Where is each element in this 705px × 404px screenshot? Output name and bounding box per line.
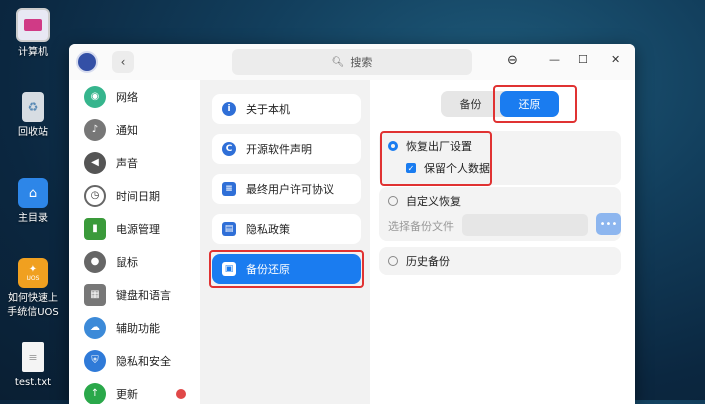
shield-icon: ⛨ [84, 350, 106, 372]
policy-icon: ▤ [222, 222, 236, 236]
tab-restore[interactable]: 还原 [500, 91, 559, 117]
menu-button[interactable]: ⊖ [507, 53, 518, 68]
mouse-icon: ● [84, 251, 106, 273]
maximize-button[interactable]: ☐ [578, 53, 588, 66]
desktop-icon-trash[interactable]: ♻ 回收站 [0, 92, 66, 140]
backup-file-label: 选择备份文件 [388, 218, 454, 234]
backup-icon: ▣ [222, 262, 236, 276]
desktop-icon-label: test.txt [0, 376, 66, 390]
sidebar-item-label: 时间日期 [116, 188, 160, 204]
clock-icon: ◷ [84, 185, 106, 207]
radio-unchecked[interactable] [388, 196, 398, 206]
home-folder-icon: ⌂ [18, 178, 48, 208]
desktop-icon-label: 主目录 [0, 212, 66, 226]
bell-icon: ♪ [84, 119, 106, 141]
document-icon: ≡ [222, 182, 236, 196]
mid-item-eula[interactable]: ≡ 最终用户许可协议 [212, 174, 361, 204]
accessibility-icon: ☁ [84, 317, 106, 339]
desktop-icon-label: 手统信UOS [0, 306, 66, 320]
uos-badge: UOS [27, 275, 40, 282]
copyright-icon: C [222, 142, 236, 156]
desktop-icon-computer[interactable]: 计算机 [0, 8, 66, 60]
text-file-icon: ≡ [22, 342, 44, 372]
mid-item-label: 最终用户许可协议 [246, 181, 334, 197]
search-input[interactable]: 🔍︎ 搜索 [232, 49, 472, 75]
titlebar: ‹ 🔍︎ 搜索 ⊖ — ☐ ✕ [69, 44, 635, 81]
sidebar-item-label: 电源管理 [116, 221, 160, 237]
factory-reset-group: 恢复出厂设置 ✓ 保留个人数据 [379, 131, 621, 185]
sidebar-item-mouse[interactable]: ● 鼠标 [69, 245, 200, 278]
factory-reset-option[interactable]: 恢复出厂设置 [379, 135, 621, 157]
mid-item-privacy-policy[interactable]: ▤ 隐私政策 [212, 214, 361, 244]
custom-restore-option[interactable]: 自定义恢复 [379, 187, 621, 212]
sidebar-item-label: 鼠标 [116, 254, 138, 270]
back-button[interactable]: ‹ [112, 51, 134, 73]
sidebar-item-sound[interactable]: ◀ 声音 [69, 146, 200, 179]
sidebar-item-label: 通知 [116, 122, 138, 138]
browse-more-button[interactable]: ••• [596, 213, 621, 235]
computer-icon [16, 8, 50, 42]
sidebar-item-label: 键盘和语言 [116, 287, 171, 303]
radio-checked[interactable] [388, 141, 398, 151]
sidebar-item-notifications[interactable]: ♪ 通知 [69, 113, 200, 146]
mid-item-about[interactable]: i 关于本机 [212, 94, 361, 124]
tab-backup[interactable]: 备份 [441, 91, 500, 117]
factory-reset-label: 恢复出厂设置 [406, 138, 472, 154]
mid-item-label: 隐私政策 [246, 221, 290, 237]
mid-item-label: 备份还原 [246, 261, 290, 277]
update-icon: ↑ [84, 383, 106, 404]
update-badge [176, 389, 186, 399]
history-backup-label: 历史备份 [406, 253, 450, 269]
checkbox-checked-icon[interactable]: ✓ [406, 163, 416, 173]
sidebar-item-power[interactable]: ▮ 电源管理 [69, 212, 200, 245]
chevron-left-icon: ‹ [121, 55, 126, 69]
sidebar: ◉ 网络 ♪ 通知 ◀ 声音 ◷ 时间日期 ▮ 电源管理 ● 鼠标 ▦ 键盘和语言 ☁ 辅助功能… [69, 80, 200, 404]
desktop-icon-label: 如何快速上 [0, 292, 66, 306]
trash-icon: ♻ [22, 92, 44, 122]
radio-unchecked[interactable] [388, 256, 398, 266]
speaker-icon: ◀ [84, 152, 106, 174]
mid-item-label: 关于本机 [246, 101, 290, 117]
sidebar-item-keyboard[interactable]: ▦ 键盘和语言 [69, 278, 200, 311]
sidebar-item-privacy[interactable]: ⛨ 隐私和安全 [69, 344, 200, 377]
minimize-button[interactable]: — [549, 53, 560, 66]
network-icon: ◉ [84, 86, 106, 108]
keyboard-icon: ▦ [84, 284, 106, 306]
history-backup-group: 历史备份 [379, 247, 621, 275]
search-placeholder: 搜索 [350, 54, 372, 70]
mid-item-label: 开源软件声明 [246, 141, 312, 157]
info-icon: i [222, 102, 236, 116]
backup-restore-panel: 备份 还原 恢复出厂设置 ✓ 保留个人数据 自定义恢复 选择备份文件 ••• 历史… [370, 80, 635, 404]
sidebar-item-label: 隐私和安全 [116, 353, 171, 369]
backup-restore-switch: 备份 还原 [441, 91, 559, 117]
desktop-icon-label: 回收站 [0, 126, 66, 140]
desktop-icon-home[interactable]: ⌂ 主目录 [0, 178, 66, 226]
search-icon: 🔍︎ [332, 57, 345, 68]
mid-item-backup-restore[interactable]: ▣ 备份还原 [212, 254, 361, 284]
mid-item-opensource[interactable]: C 开源软件声明 [212, 134, 361, 164]
app-logo-icon [76, 51, 98, 73]
control-center-window: ‹ 🔍︎ 搜索 ⊖ — ☐ ✕ ◉ 网络 ♪ 通知 ◀ 声音 ◷ 时间日期 ▮ 电源管理 … [69, 44, 635, 404]
sidebar-item-label: 声音 [116, 155, 138, 171]
custom-restore-label: 自定义恢复 [406, 193, 461, 209]
backup-file-input[interactable] [462, 214, 588, 236]
sidebar-item-label: 辅助功能 [116, 320, 160, 336]
sidebar-item-network[interactable]: ◉ 网络 [69, 80, 200, 113]
desktop-icon-uos-guide[interactable]: ✦UOS 如何快速上 手统信UOS [0, 258, 66, 320]
desktop-icon-label: 计算机 [0, 46, 66, 60]
close-button[interactable]: ✕ [611, 53, 620, 66]
custom-restore-group: 自定义恢复 选择备份文件 ••• [379, 187, 621, 241]
sidebar-item-label: 更新 [116, 386, 138, 402]
desktop-icon-test-txt[interactable]: ≡ test.txt [0, 342, 66, 390]
sidebar-item-label: 网络 [116, 89, 138, 105]
battery-icon: ▮ [84, 218, 106, 240]
system-info-list: i 关于本机 C 开源软件声明 ≡ 最终用户许可协议 ▤ 隐私政策 ▣ 备份还原 [200, 80, 370, 404]
keep-data-option[interactable]: ✓ 保留个人数据 [379, 157, 621, 179]
sidebar-item-accessibility[interactable]: ☁ 辅助功能 [69, 311, 200, 344]
backup-file-row: 选择备份文件 ••• [379, 212, 621, 238]
history-backup-option[interactable]: 历史备份 [379, 247, 621, 275]
keep-data-label: 保留个人数据 [424, 160, 490, 176]
uos-guide-icon: ✦UOS [18, 258, 48, 288]
sidebar-item-datetime[interactable]: ◷ 时间日期 [69, 179, 200, 212]
